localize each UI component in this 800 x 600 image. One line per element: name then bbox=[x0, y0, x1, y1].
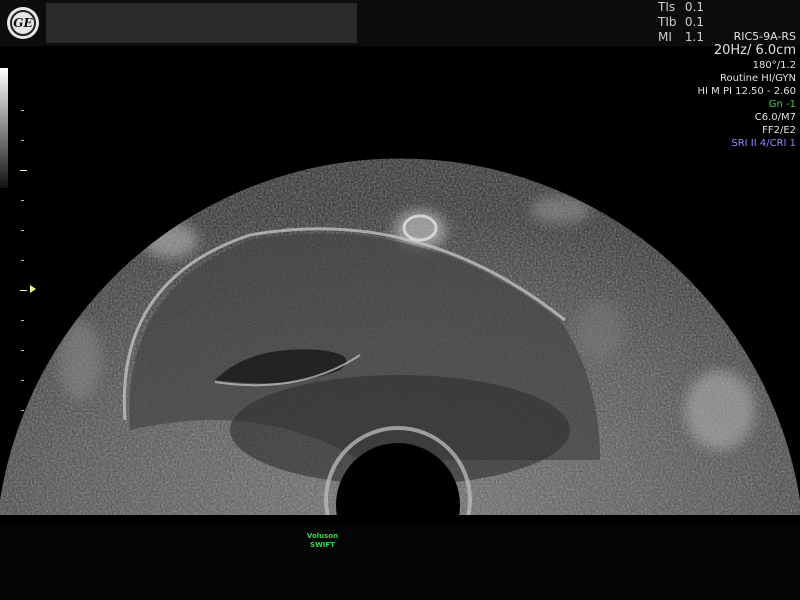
harmonics-setting: HI M PI 12.50 - 2.60 bbox=[697, 86, 796, 97]
ge-logo-text: GE bbox=[10, 10, 36, 36]
ultrasound-image[interactable] bbox=[0, 100, 800, 525]
ge-logo-icon: GE bbox=[7, 7, 39, 39]
probe-name: RIC5-9A-RS bbox=[733, 30, 796, 43]
preset-name: Routine HI/GYN bbox=[719, 73, 796, 84]
tis-label: TIs bbox=[658, 0, 676, 14]
angle-setting: 180°/1.2 bbox=[752, 60, 796, 71]
top-bar: GE TIs 0.1 TIb 0.1 MI 1.1 bbox=[0, 0, 800, 46]
tib-index: TIb 0.1 bbox=[658, 15, 704, 30]
voluson-brand: Voluson SWIFT bbox=[0, 532, 645, 550]
brand-line-2: SWIFT bbox=[310, 541, 335, 549]
tib-value: 0.1 bbox=[684, 15, 704, 29]
tis-index: TIs 0.1 bbox=[658, 0, 704, 15]
tib-label: TIb bbox=[658, 15, 677, 29]
brand-line-1: Voluson bbox=[306, 532, 339, 540]
patient-info-box[interactable] bbox=[46, 3, 357, 43]
mi-label: MI bbox=[658, 30, 672, 44]
tis-value: 0.1 bbox=[684, 0, 704, 14]
frame-rate-depth: 20Hz/ 6.0cm bbox=[713, 43, 796, 58]
